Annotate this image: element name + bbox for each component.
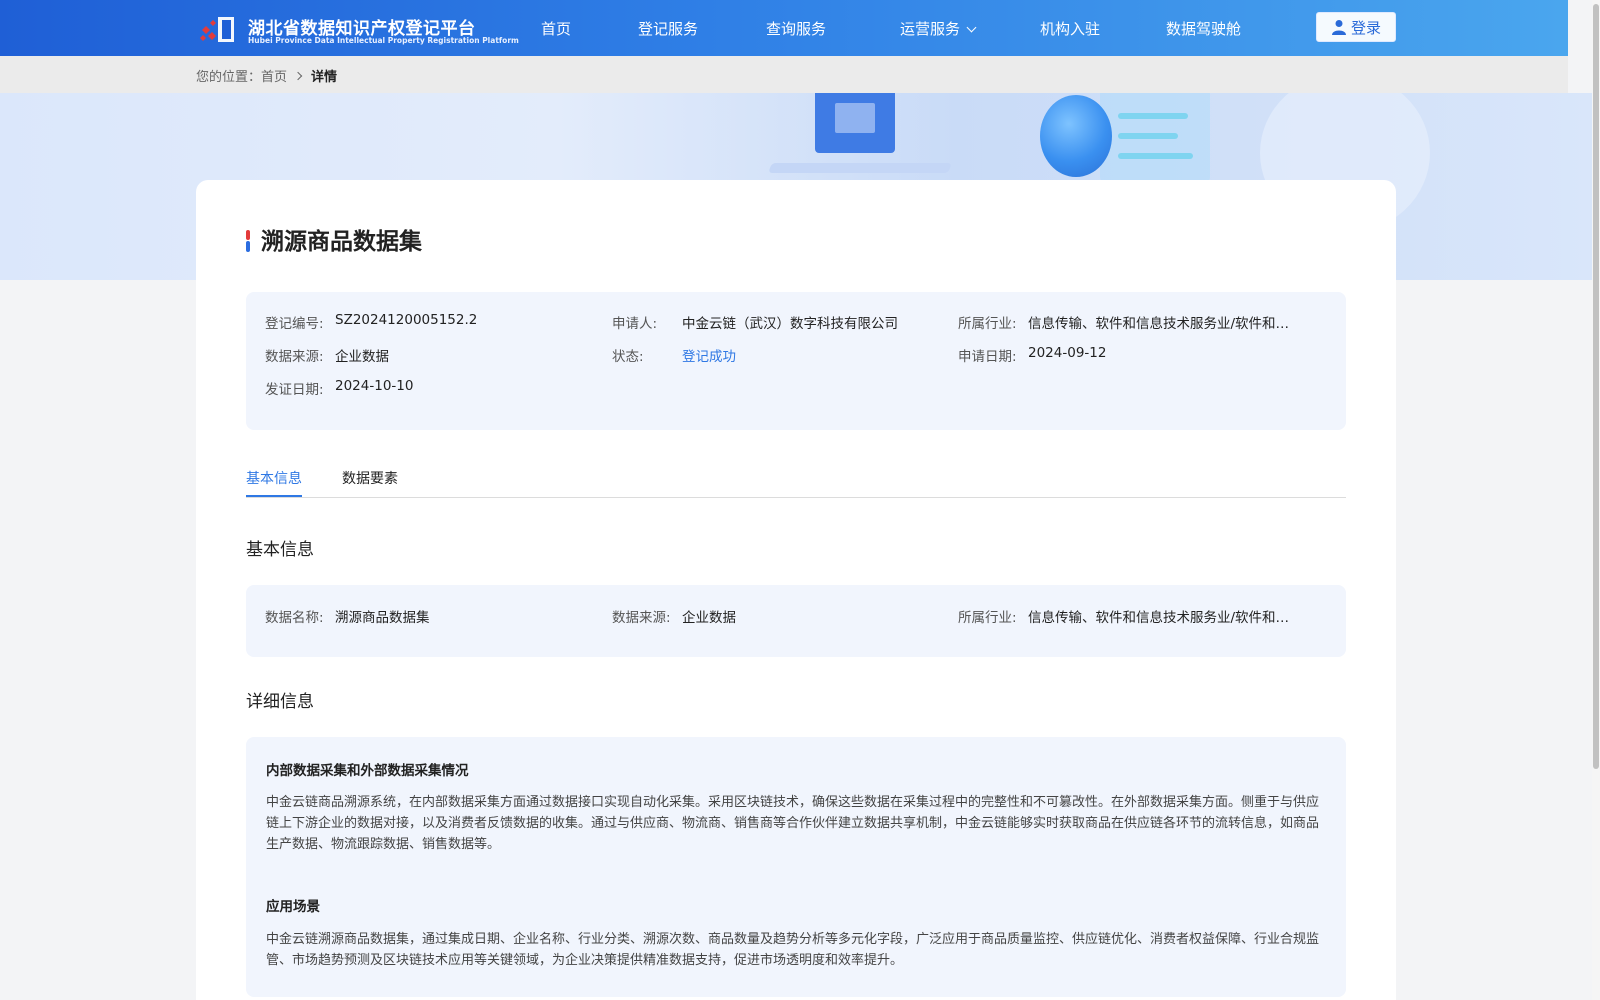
summary-panel: 登记编号: SZ2024120005152.2 申请人: 中金云链（武汉）数字科…	[246, 292, 1346, 430]
breadcrumb-current: 详情	[311, 70, 338, 85]
nav-operation-service[interactable]: 运营服务	[900, 18, 977, 39]
nav-registration-service[interactable]: 登记服务	[638, 18, 698, 39]
field-value: 2024-10-10	[335, 378, 414, 394]
banner-decoration	[1118, 133, 1178, 139]
field-value: 信息传输、软件和信息技术服务业/软件和…	[1028, 316, 1290, 332]
detail-tabs: 基本信息 数据要素	[246, 462, 1346, 498]
field-label: 状态:	[612, 349, 644, 365]
field-label: 数据来源:	[612, 610, 671, 626]
detail-subheading-collection: 内部数据采集和外部数据采集情况	[266, 763, 469, 779]
scrollbar-thumb[interactable]	[1593, 4, 1599, 769]
breadcrumb-home-link[interactable]: 首页	[261, 66, 287, 85]
title-accent-icon	[246, 230, 251, 252]
basic-info-panel: 数据名称: 溯源商品数据集 数据来源: 企业数据 所属行业: 信息传输、软件和信…	[246, 585, 1346, 657]
field-value: 2024-09-12	[1028, 345, 1107, 361]
logo-emblem-icon	[200, 17, 234, 42]
title-accent-red	[246, 230, 250, 240]
platform-logo[interactable]: 湖北省数据知识产权登记平台 Hubei Province Data Intell…	[196, 12, 519, 48]
field-data-source: 数据来源: 企业数据	[612, 606, 942, 626]
field-status: 状态: 登记成功	[612, 345, 942, 365]
breadcrumb-prefix: 您的位置：	[196, 70, 262, 85]
section-heading-detail: 详细信息	[246, 692, 314, 712]
title-accent-blue	[246, 241, 250, 252]
detail-paragraph-scenarios: 中金云链溯源商品数据集，通过集成日期、企业名称、行业分类、溯源次数、商品数量及趋…	[266, 932, 1320, 968]
banner-decoration	[1118, 153, 1193, 159]
nav-query-service[interactable]: 查询服务	[766, 18, 826, 39]
field-issue-date: 发证日期: 2024-10-10	[265, 378, 595, 398]
detail-card: 溯源商品数据集 登记编号: SZ2024120005152.2 申请人: 中金云…	[196, 180, 1396, 1000]
status-badge: 登记成功	[682, 349, 736, 365]
detail-paragraph-collection: 中金云链商品溯源系统，在内部数据采集方面通过数据接口实现自动化采集。采用区块链技…	[266, 795, 1320, 852]
field-value: 中金云链（武汉）数字科技有限公司	[682, 316, 898, 332]
field-label: 数据来源:	[265, 349, 324, 365]
section-heading-basic: 基本信息	[246, 540, 314, 560]
field-registration-number: 登记编号: SZ2024120005152.2	[265, 312, 595, 332]
page-title: 溯源商品数据集	[261, 229, 422, 255]
field-label: 申请人:	[612, 316, 658, 332]
tab-basic-info[interactable]: 基本信息	[246, 468, 302, 488]
field-value: 企业数据	[682, 610, 736, 626]
detail-subheading-scenarios: 应用场景	[266, 899, 320, 915]
detail-info-panel: 内部数据采集和外部数据采集情况 中金云链商品溯源系统，在内部数据采集方面通过数据…	[246, 737, 1346, 997]
active-tab-indicator	[246, 495, 302, 497]
chevron-right-icon	[293, 71, 303, 80]
logo-title-en: Hubei Province Data Intellectual Propert…	[248, 36, 519, 45]
banner-decoration	[1118, 113, 1188, 119]
field-application-date: 申请日期: 2024-09-12	[958, 345, 1288, 365]
nav-operation-service-label: 运营服务	[900, 20, 961, 38]
field-label: 数据名称:	[265, 610, 324, 626]
login-label: 登录	[1350, 18, 1381, 37]
field-data-source: 数据来源: 企业数据	[265, 345, 595, 365]
field-value: 溯源商品数据集	[335, 610, 430, 626]
field-label: 申请日期:	[958, 349, 1017, 365]
breadcrumb-bar: 您的位置： 首页 详情	[0, 56, 1568, 93]
field-label: 发证日期:	[265, 382, 324, 398]
banner-decoration	[768, 163, 952, 173]
field-label: 所属行业:	[958, 316, 1017, 332]
login-button[interactable]: 登录	[1316, 12, 1396, 42]
field-label: 所属行业:	[958, 610, 1017, 626]
field-value: 企业数据	[335, 349, 389, 365]
field-applicant: 申请人: 中金云链（武汉）数字科技有限公司	[612, 312, 942, 332]
field-value: 信息传输、软件和信息技术服务业/软件和…	[1028, 610, 1290, 626]
nav-institution-entry[interactable]: 机构入驻	[1040, 18, 1100, 39]
field-value: SZ2024120005152.2	[335, 312, 478, 328]
field-data-name: 数据名称: 溯源商品数据集	[265, 606, 595, 626]
breadcrumb: 您的位置： 首页 详情	[196, 66, 337, 85]
field-industry: 所属行业: 信息传输、软件和信息技术服务业/软件和…	[958, 606, 1298, 626]
top-header: 湖北省数据知识产权登记平台 Hubei Province Data Intell…	[0, 0, 1568, 56]
user-icon	[1331, 20, 1346, 35]
field-industry: 所属行业: 信息传输、软件和信息技术服务业/软件和…	[958, 312, 1298, 332]
tab-data-elements[interactable]: 数据要素	[342, 468, 398, 488]
chevron-down-icon	[966, 22, 977, 33]
nav-home[interactable]: 首页	[541, 18, 571, 39]
sphere-illustration-icon	[1040, 95, 1112, 177]
banner-decoration	[835, 103, 875, 133]
field-label: 登记编号:	[265, 316, 324, 332]
nav-data-cockpit[interactable]: 数据驾驶舱	[1166, 18, 1241, 39]
